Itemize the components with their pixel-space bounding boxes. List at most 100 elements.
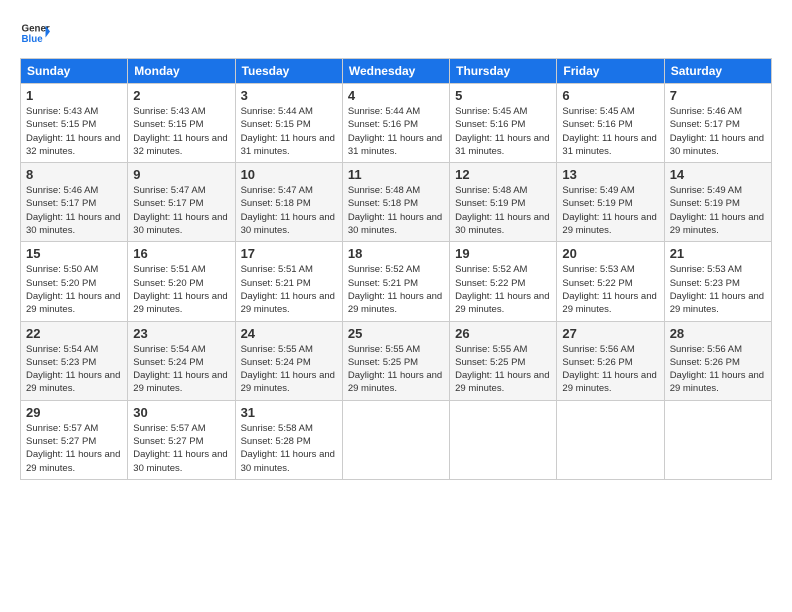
calendar-cell: 22Sunrise: 5:54 AMSunset: 5:23 PMDayligh… — [21, 321, 128, 400]
day-number: 28 — [670, 326, 766, 341]
calendar-cell: 21 Sunrise: 5:53 AMSunset: 5:23 PMDayligh… — [664, 242, 771, 321]
calendar-week-row: 29 Sunrise: 5:57 AMSunset: 5:27 PMDayligh… — [21, 400, 772, 479]
day-number: 8 — [26, 167, 122, 182]
calendar-cell — [450, 400, 557, 479]
day-detail: Sunrise: 5:49 AMSunset: 5:19 PMDaylight:… — [562, 184, 658, 237]
day-number: 13 — [562, 167, 658, 182]
calendar-cell: 15 Sunrise: 5:50 AMSunset: 5:20 PMDayligh… — [21, 242, 128, 321]
calendar-header-row: SundayMondayTuesdayWednesdayThursdayFrid… — [21, 59, 772, 84]
calendar-cell: 20 Sunrise: 5:53 AMSunset: 5:22 PMDayligh… — [557, 242, 664, 321]
day-number: 29 — [26, 405, 122, 420]
day-number: 19 — [455, 246, 551, 261]
logo: General Blue — [20, 18, 52, 48]
weekday-header-monday: Monday — [128, 59, 235, 84]
calendar-cell: 10Sunrise: 5:47 AMSunset: 5:18 PMDayligh… — [235, 163, 342, 242]
calendar-cell: 26 Sunrise: 5:55 AMSunset: 5:25 PMDayligh… — [450, 321, 557, 400]
day-number: 3 — [241, 88, 337, 103]
day-detail: Sunrise: 5:44 AMSunset: 5:15 PMDaylight:… — [241, 105, 337, 158]
day-number: 22 — [26, 326, 122, 341]
calendar-cell: 23Sunrise: 5:54 AMSunset: 5:24 PMDayligh… — [128, 321, 235, 400]
calendar-cell: 17 Sunrise: 5:51 AMSunset: 5:21 PMDayligh… — [235, 242, 342, 321]
day-number: 5 — [455, 88, 551, 103]
day-number: 31 — [241, 405, 337, 420]
weekday-header-thursday: Thursday — [450, 59, 557, 84]
svg-text:Blue: Blue — [22, 34, 44, 45]
day-number: 24 — [241, 326, 337, 341]
calendar-cell: 12 Sunrise: 5:48 AMSunset: 5:19 PMDayligh… — [450, 163, 557, 242]
calendar-cell — [664, 400, 771, 479]
day-detail: Sunrise: 5:43 AMSunset: 5:15 PMDaylight:… — [26, 105, 122, 158]
calendar-week-row: 22Sunrise: 5:54 AMSunset: 5:23 PMDayligh… — [21, 321, 772, 400]
calendar-cell: 6Sunrise: 5:45 AMSunset: 5:16 PMDaylight… — [557, 84, 664, 163]
day-number: 17 — [241, 246, 337, 261]
day-number: 14 — [670, 167, 766, 182]
day-number: 21 — [670, 246, 766, 261]
day-detail: Sunrise: 5:50 AMSunset: 5:20 PMDaylight:… — [26, 263, 122, 316]
calendar-table: SundayMondayTuesdayWednesdayThursdayFrid… — [20, 58, 772, 480]
calendar-cell: 5 Sunrise: 5:45 AMSunset: 5:16 PMDaylight… — [450, 84, 557, 163]
calendar-cell: 13 Sunrise: 5:49 AMSunset: 5:19 PMDayligh… — [557, 163, 664, 242]
calendar-cell: 9 Sunrise: 5:47 AMSunset: 5:17 PMDaylight… — [128, 163, 235, 242]
day-number: 26 — [455, 326, 551, 341]
day-detail: Sunrise: 5:48 AMSunset: 5:19 PMDaylight:… — [455, 184, 551, 237]
day-detail: Sunrise: 5:46 AMSunset: 5:17 PMDaylight:… — [670, 105, 766, 158]
day-number: 20 — [562, 246, 658, 261]
calendar-week-row: 1Sunrise: 5:43 AMSunset: 5:15 PMDaylight… — [21, 84, 772, 163]
calendar-cell: 30Sunrise: 5:57 AMSunset: 5:27 PMDayligh… — [128, 400, 235, 479]
day-detail: Sunrise: 5:55 AMSunset: 5:25 PMDaylight:… — [348, 343, 444, 396]
header: General Blue — [20, 18, 772, 48]
day-detail: Sunrise: 5:45 AMSunset: 5:16 PMDaylight:… — [455, 105, 551, 158]
calendar-body: 1Sunrise: 5:43 AMSunset: 5:15 PMDaylight… — [21, 84, 772, 480]
calendar-cell — [557, 400, 664, 479]
day-detail: Sunrise: 5:57 AMSunset: 5:27 PMDaylight:… — [26, 422, 122, 475]
calendar-cell: 16Sunrise: 5:51 AMSunset: 5:20 PMDayligh… — [128, 242, 235, 321]
day-detail: Sunrise: 5:53 AMSunset: 5:23 PMDaylight:… — [670, 263, 766, 316]
day-detail: Sunrise: 5:47 AMSunset: 5:17 PMDaylight:… — [133, 184, 229, 237]
day-detail: Sunrise: 5:44 AMSunset: 5:16 PMDaylight:… — [348, 105, 444, 158]
calendar-cell: 3 Sunrise: 5:44 AMSunset: 5:15 PMDaylight… — [235, 84, 342, 163]
weekday-header-tuesday: Tuesday — [235, 59, 342, 84]
calendar-cell: 29 Sunrise: 5:57 AMSunset: 5:27 PMDayligh… — [21, 400, 128, 479]
weekday-header-saturday: Saturday — [664, 59, 771, 84]
calendar-cell: 1Sunrise: 5:43 AMSunset: 5:15 PMDaylight… — [21, 84, 128, 163]
day-number: 23 — [133, 326, 229, 341]
day-detail: Sunrise: 5:52 AMSunset: 5:22 PMDaylight:… — [455, 263, 551, 316]
calendar-cell: 18Sunrise: 5:52 AMSunset: 5:21 PMDayligh… — [342, 242, 449, 321]
day-number: 9 — [133, 167, 229, 182]
day-number: 10 — [241, 167, 337, 182]
day-detail: Sunrise: 5:57 AMSunset: 5:27 PMDaylight:… — [133, 422, 229, 475]
day-detail: Sunrise: 5:58 AMSunset: 5:28 PMDaylight:… — [241, 422, 337, 475]
day-number: 27 — [562, 326, 658, 341]
calendar-cell: 24Sunrise: 5:55 AMSunset: 5:24 PMDayligh… — [235, 321, 342, 400]
calendar-cell: 11 Sunrise: 5:48 AMSunset: 5:18 PMDayligh… — [342, 163, 449, 242]
day-number: 4 — [348, 88, 444, 103]
day-detail: Sunrise: 5:55 AMSunset: 5:25 PMDaylight:… — [455, 343, 551, 396]
weekday-header-wednesday: Wednesday — [342, 59, 449, 84]
day-detail: Sunrise: 5:52 AMSunset: 5:21 PMDaylight:… — [348, 263, 444, 316]
day-detail: Sunrise: 5:46 AMSunset: 5:17 PMDaylight:… — [26, 184, 122, 237]
day-number: 15 — [26, 246, 122, 261]
calendar-cell: 2 Sunrise: 5:43 AMSunset: 5:15 PMDaylight… — [128, 84, 235, 163]
calendar-cell: 25 Sunrise: 5:55 AMSunset: 5:25 PMDayligh… — [342, 321, 449, 400]
day-number: 12 — [455, 167, 551, 182]
day-detail: Sunrise: 5:43 AMSunset: 5:15 PMDaylight:… — [133, 105, 229, 158]
calendar-cell: 27 Sunrise: 5:56 AMSunset: 5:26 PMDayligh… — [557, 321, 664, 400]
page: General Blue SundayMondayTuesdayWednesda… — [0, 0, 792, 612]
day-detail: Sunrise: 5:51 AMSunset: 5:21 PMDaylight:… — [241, 263, 337, 316]
calendar-week-row: 15 Sunrise: 5:50 AMSunset: 5:20 PMDayligh… — [21, 242, 772, 321]
day-number: 25 — [348, 326, 444, 341]
calendar-cell — [342, 400, 449, 479]
day-detail: Sunrise: 5:45 AMSunset: 5:16 PMDaylight:… — [562, 105, 658, 158]
day-number: 2 — [133, 88, 229, 103]
day-detail: Sunrise: 5:56 AMSunset: 5:26 PMDaylight:… — [562, 343, 658, 396]
calendar-cell: 19 Sunrise: 5:52 AMSunset: 5:22 PMDayligh… — [450, 242, 557, 321]
day-number: 11 — [348, 167, 444, 182]
day-detail: Sunrise: 5:49 AMSunset: 5:19 PMDaylight:… — [670, 184, 766, 237]
day-detail: Sunrise: 5:53 AMSunset: 5:22 PMDaylight:… — [562, 263, 658, 316]
calendar-cell: 4 Sunrise: 5:44 AMSunset: 5:16 PMDaylight… — [342, 84, 449, 163]
calendar-week-row: 8 Sunrise: 5:46 AMSunset: 5:17 PMDaylight… — [21, 163, 772, 242]
weekday-header-friday: Friday — [557, 59, 664, 84]
day-number: 16 — [133, 246, 229, 261]
day-detail: Sunrise: 5:48 AMSunset: 5:18 PMDaylight:… — [348, 184, 444, 237]
calendar-cell: 7Sunrise: 5:46 AMSunset: 5:17 PMDaylight… — [664, 84, 771, 163]
